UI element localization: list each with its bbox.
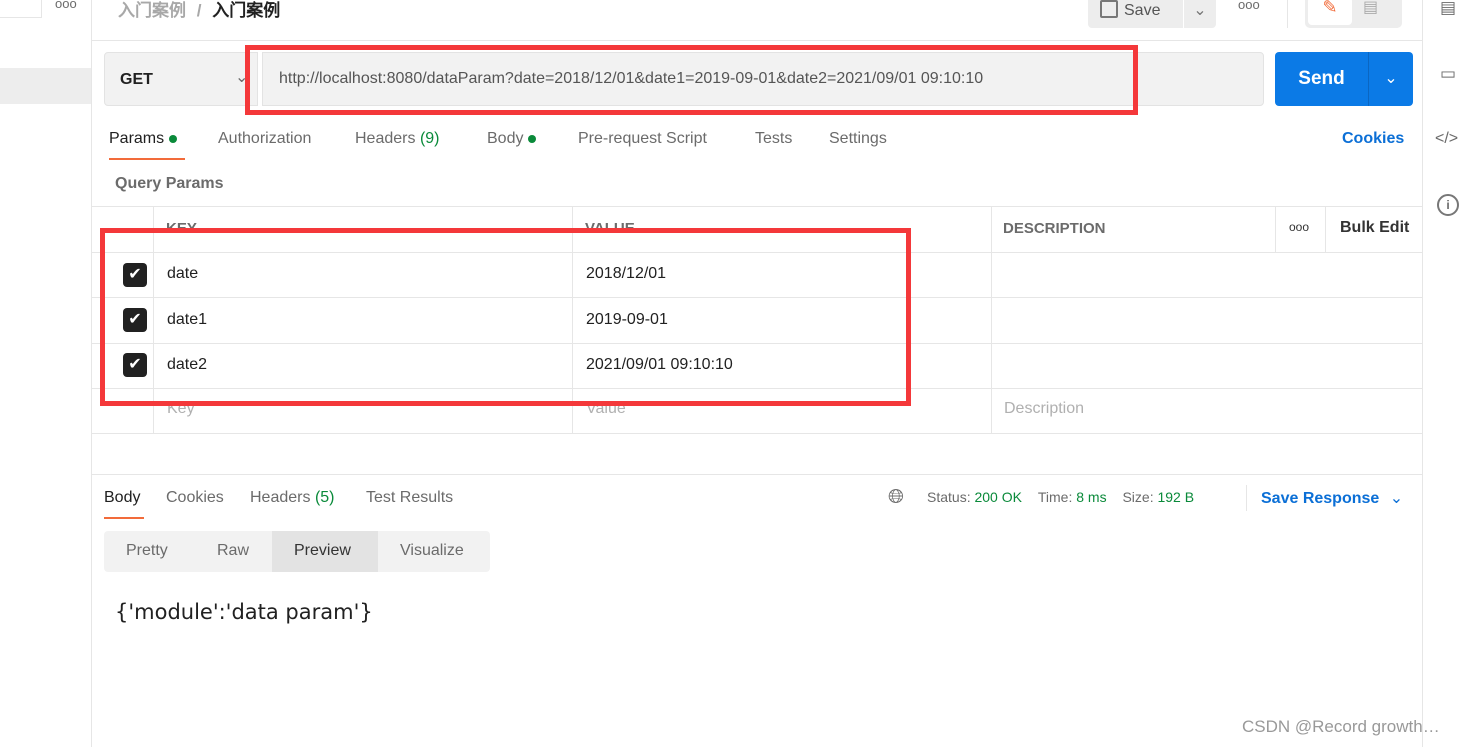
chevron-down-icon: ⌄ — [1193, 2, 1207, 19]
sidebar: ooo — [0, 0, 92, 747]
params-indicator-dot — [169, 134, 178, 143]
breadcrumb-separator: / — [196, 1, 202, 20]
param-key[interactable]: date1 — [167, 311, 207, 329]
param-value[interactable]: 2019-09-01 — [586, 311, 668, 329]
time-value: 8 ms — [1076, 489, 1107, 505]
sidebar-selected-item[interactable] — [0, 68, 91, 104]
value-input[interactable]: Value — [586, 400, 626, 418]
cookies-link[interactable]: Cookies — [1342, 130, 1404, 148]
size-value: 192 B — [1157, 489, 1195, 505]
response-tab-headers[interactable]: Headers (5) — [250, 489, 335, 507]
param-value[interactable]: 2018/12/01 — [586, 265, 666, 283]
row-checkbox[interactable]: ✔ — [123, 263, 147, 287]
sidebar-search[interactable] — [0, 0, 42, 18]
info-icon[interactable]: i — [1437, 194, 1459, 216]
save-icon — [1100, 0, 1118, 18]
code-icon[interactable]: </> — [1435, 130, 1458, 148]
save-label: Save — [1124, 2, 1161, 19]
response-meta: Status: 200 OK Time: 8 ms Size: 192 B — [927, 489, 1195, 505]
sidebar-more-button[interactable]: ooo — [55, 0, 77, 11]
url-input[interactable]: http://localhost:8080/dataParam?date=201… — [262, 52, 1264, 106]
view-raw[interactable]: Raw — [217, 542, 249, 560]
key-input[interactable]: Key — [167, 400, 195, 418]
response-tab-cookies[interactable]: Cookies — [166, 489, 224, 507]
edit-pencil-icon[interactable]: ✎ — [1308, 0, 1352, 25]
right-sidebar: ▤ ▭ </> i — [1422, 0, 1470, 747]
tab-authorization[interactable]: Authorization — [218, 130, 311, 148]
view-pretty[interactable]: Pretty — [126, 542, 168, 560]
view-preview[interactable]: Preview — [272, 531, 378, 572]
view-visualize[interactable]: Visualize — [400, 542, 464, 560]
column-header-value: VALUE — [585, 220, 635, 237]
tab-settings[interactable]: Settings — [829, 130, 887, 148]
tab-body[interactable]: Body — [487, 130, 537, 148]
send-dropdown-button[interactable]: ⌄ — [1368, 52, 1413, 106]
tab-params[interactable]: Params — [109, 130, 178, 148]
send-button[interactable]: Send — [1275, 52, 1368, 106]
documentation-icon[interactable]: ▤ — [1440, 0, 1456, 18]
table-more-button[interactable]: ooo — [1289, 220, 1309, 234]
chevron-down-icon: ⌄ — [1384, 70, 1398, 87]
response-body: {'module':'data param'} — [115, 600, 373, 624]
method-value: GET — [120, 71, 153, 88]
breadcrumb-current: 入门案例 — [212, 1, 281, 20]
annotation-box-params — [100, 228, 911, 406]
breadcrumb-parent[interactable]: 入门案例 — [118, 1, 186, 20]
more-button[interactable]: ooo — [1238, 0, 1260, 12]
param-value[interactable]: 2021/09/01 09:10:10 — [586, 356, 733, 374]
save-response-button[interactable]: Save Response ⌄ — [1261, 488, 1403, 508]
response-tab-body[interactable]: Body — [104, 489, 140, 507]
tab-tests[interactable]: Tests — [755, 130, 792, 148]
tab-headers[interactable]: Headers (9) — [355, 130, 440, 148]
save-button[interactable]: Save — [1088, 0, 1183, 28]
globe-icon[interactable]: 🌐︎ — [888, 486, 904, 509]
chevron-down-icon: ⌄ — [235, 69, 249, 86]
watermark: CSDN @Record growth… — [1242, 717, 1440, 736]
active-response-tab-underline — [104, 517, 144, 519]
response-tab-test-results[interactable]: Test Results — [366, 489, 453, 507]
view-mode-selector: Pretty Raw Preview Visualize — [104, 531, 490, 572]
row-checkbox[interactable]: ✔ — [123, 308, 147, 332]
bulk-edit-button[interactable]: Bulk Edit — [1340, 219, 1409, 237]
column-header-description: DESCRIPTION — [1003, 220, 1106, 237]
param-key[interactable]: date — [167, 265, 198, 283]
column-header-key: KEY — [166, 220, 197, 237]
chevron-down-icon: ⌄ — [1389, 490, 1404, 507]
comment-icon[interactable]: ▤ — [1363, 0, 1378, 17]
breadcrumb: 入门案例 / 入门案例 — [118, 0, 280, 21]
method-select[interactable]: GET ⌄ — [104, 52, 258, 106]
save-dropdown-button[interactable]: ⌄ — [1184, 0, 1216, 28]
view-toggle: ✎ ▤ — [1305, 0, 1402, 28]
description-input[interactable]: Description — [1004, 400, 1084, 418]
active-tab-underline — [109, 158, 185, 160]
query-params-title: Query Params — [115, 175, 224, 192]
param-key[interactable]: date2 — [167, 356, 207, 374]
tab-pre-request-script[interactable]: Pre-request Script — [578, 130, 707, 148]
row-checkbox[interactable]: ✔ — [123, 353, 147, 377]
status-value: 200 OK — [974, 489, 1022, 505]
comments-icon[interactable]: ▭ — [1440, 64, 1456, 84]
body-indicator-dot — [528, 134, 537, 143]
